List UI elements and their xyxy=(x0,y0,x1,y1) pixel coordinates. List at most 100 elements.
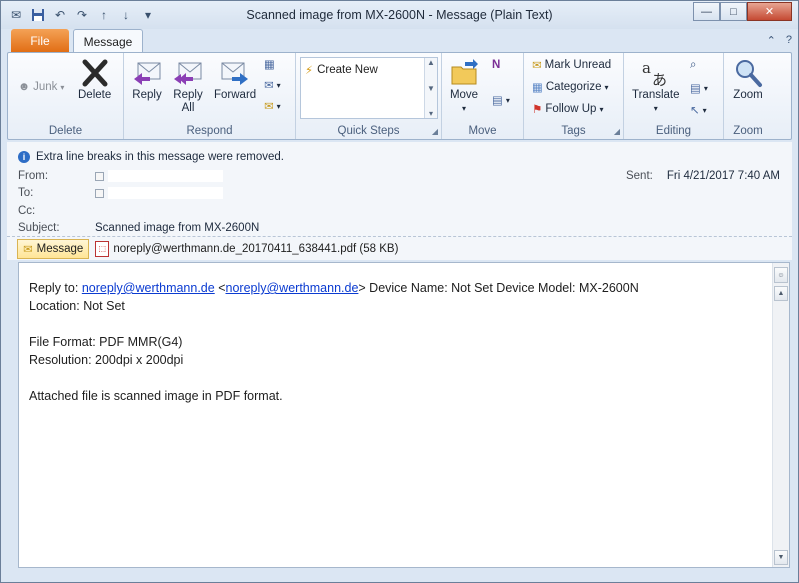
actions-icon: ▤ xyxy=(492,95,503,107)
mark-unread-label: Mark Unread xyxy=(544,59,612,71)
scroll-down-button[interactable]: ▼ xyxy=(774,550,788,565)
window-controls: — □ ✕ xyxy=(693,2,792,21)
reply-icon xyxy=(131,57,163,89)
from-address-redacted[interactable] xyxy=(108,170,223,182)
move-label: Move xyxy=(449,89,479,101)
chevron-down-icon: ▾ xyxy=(702,105,707,115)
close-button[interactable]: ✕ xyxy=(747,2,792,21)
reply-label: Reply xyxy=(132,89,162,101)
reply-button[interactable]: Reply xyxy=(131,57,163,102)
tab-file[interactable]: File xyxy=(11,29,69,52)
message-body[interactable]: Reply to: noreply@werthmann.de <noreply@… xyxy=(18,262,790,568)
mark-unread-button[interactable]: ✉ Mark Unread xyxy=(532,58,611,72)
expand-gallery-icon[interactable]: ▾ xyxy=(429,109,433,118)
forward-button[interactable]: Forward xyxy=(214,57,256,102)
editing-group-label: Editing xyxy=(655,125,692,137)
respond-group: Reply Reply All Forward ▦ ✉ ▾ ✉ ▾ Respon… xyxy=(124,53,296,139)
help-icon[interactable]: ? xyxy=(786,34,792,47)
binoculars-icon: ⌕ xyxy=(690,59,697,71)
create-new-quick-step[interactable]: ⚡ Create New xyxy=(305,63,378,77)
quick-steps-gallery: ⚡ Create New ▲ ▼ ▾ xyxy=(300,57,438,119)
scroll-up-button[interactable]: ▲ xyxy=(774,286,788,301)
chevron-down-icon: ▾ xyxy=(599,104,604,114)
sent-label: Sent: xyxy=(625,170,653,182)
ribbon-controls: ⌃ ? xyxy=(767,34,792,47)
info-bar[interactable]: i Extra line breaks in this message were… xyxy=(18,151,284,163)
svg-text:あ: あ xyxy=(652,71,667,88)
onenote-button[interactable]: N xyxy=(492,59,500,71)
categorize-button[interactable]: ▦ Categorize ▾ xyxy=(532,80,609,94)
quick-steps-group-label: Quick Steps xyxy=(337,125,400,137)
translate-icon: aあ xyxy=(640,57,672,89)
smart-tag-icon[interactable]: ☺ xyxy=(774,267,788,283)
collapse-ribbon-icon[interactable]: ⌃ xyxy=(767,34,776,47)
delete-button[interactable]: Delete xyxy=(78,57,111,102)
zoom-group: Zoom Zoom xyxy=(724,53,772,139)
dialog-launcher-icon[interactable]: ◢ xyxy=(614,127,620,136)
cc-row: Cc: xyxy=(18,205,95,217)
reply-to-email-link-2[interactable]: noreply@werthmann.de xyxy=(226,281,359,295)
actions-button[interactable]: ▤ ▾ xyxy=(492,93,510,107)
forward-icon xyxy=(219,57,251,89)
move-button[interactable]: Move ▾ xyxy=(448,57,480,115)
pdf-attachment[interactable]: ⬚ noreply@werthmann.de_20170411_638441.p… xyxy=(95,240,398,257)
zoom-label: Zoom xyxy=(733,89,763,101)
to-address-redacted[interactable] xyxy=(108,187,223,199)
junk-icon: ☻ xyxy=(18,81,31,93)
tags-group: ✉ Mark Unread ▦ Categorize ▾ ⚑ Follow Up… xyxy=(524,53,624,139)
find-button[interactable]: ⌕ xyxy=(690,59,696,72)
reply-all-button[interactable]: Reply All xyxy=(172,57,204,115)
related-button[interactable]: ▤ ▾ xyxy=(690,81,708,95)
dialog-launcher-icon[interactable]: ◢ xyxy=(432,127,438,136)
flag-icon: ⚑ xyxy=(532,104,543,116)
ribbon: ☻ Junk ▾ Delete Delete Reply Reply All F… xyxy=(7,52,792,140)
quick-steps-scroll[interactable]: ▲ ▼ ▾ xyxy=(424,58,437,118)
attachment-bar: ✉ Message ⬚ noreply@werthmann.de_2017041… xyxy=(7,236,792,260)
tab-message[interactable]: Message xyxy=(73,29,143,53)
reply-all-icon xyxy=(172,57,204,89)
im-icon: ✉ xyxy=(264,80,274,92)
maximize-button[interactable]: □ xyxy=(720,2,747,21)
contact-card-icon[interactable] xyxy=(95,188,104,198)
zoom-group-label: Zoom xyxy=(733,125,763,137)
reply-all-label-line2: All xyxy=(181,102,195,114)
chevron-down-icon: ▾ xyxy=(461,104,466,113)
follow-up-button[interactable]: ⚑ Follow Up ▾ xyxy=(532,102,603,116)
junk-button[interactable]: ☻ Junk ▾ xyxy=(18,81,64,93)
vertical-scrollbar[interactable]: ☺ ▲ ▼ xyxy=(772,263,789,567)
subject-label: Subject: xyxy=(18,222,60,234)
chevron-down-icon: ▾ xyxy=(703,83,708,93)
categorize-icon: ▦ xyxy=(532,82,543,94)
message-window: ✉ ↶ ↷ ↑ ↓ ▾ Scanned image from MX-2600N … xyxy=(0,0,799,583)
chevron-down-icon: ▾ xyxy=(276,80,281,90)
delete-group-label: Delete xyxy=(48,125,83,137)
scroll-down-icon[interactable]: ▼ xyxy=(427,84,435,93)
reply-to-email-link[interactable]: noreply@werthmann.de xyxy=(82,281,215,295)
move-group-label: Move xyxy=(468,125,497,137)
from-label: From: xyxy=(18,170,49,182)
im-reply-button[interactable]: ✉ ▾ xyxy=(264,78,281,92)
meeting-reply-button[interactable]: ▦ xyxy=(264,57,275,71)
chevron-down-icon: ▾ xyxy=(604,82,609,92)
follow-up-label: Follow Up xyxy=(545,103,597,115)
minimize-button[interactable]: — xyxy=(693,2,720,21)
message-attachment-tab[interactable]: ✉ Message xyxy=(17,238,90,259)
sent-value: Fri 4/21/2017 7:40 AM xyxy=(666,170,780,182)
subject-value: Scanned image from MX-2600N xyxy=(95,222,260,234)
translate-button[interactable]: aあ Translate ▾ xyxy=(632,57,680,115)
create-new-label: Create New xyxy=(317,64,378,76)
more-respond-button[interactable]: ✉ ▾ xyxy=(264,99,281,113)
scroll-up-icon[interactable]: ▲ xyxy=(427,58,435,67)
magnifier-icon xyxy=(732,57,764,89)
attached-file-line: Attached file is scanned image in PDF fo… xyxy=(29,389,283,403)
select-button[interactable]: ↖ ▾ xyxy=(690,103,707,117)
to-row: To: xyxy=(18,187,223,199)
related-icon: ▤ xyxy=(690,83,701,95)
zoom-button[interactable]: Zoom xyxy=(732,57,764,102)
junk-label: Junk xyxy=(33,81,58,93)
pdf-icon: ⬚ xyxy=(95,240,110,257)
reply-to-prefix: Reply to: xyxy=(29,281,82,295)
more-icon: ✉ xyxy=(264,101,274,113)
ribbon-tabs: File Message ⌃ ? xyxy=(1,29,798,53)
contact-card-icon[interactable] xyxy=(95,171,104,181)
